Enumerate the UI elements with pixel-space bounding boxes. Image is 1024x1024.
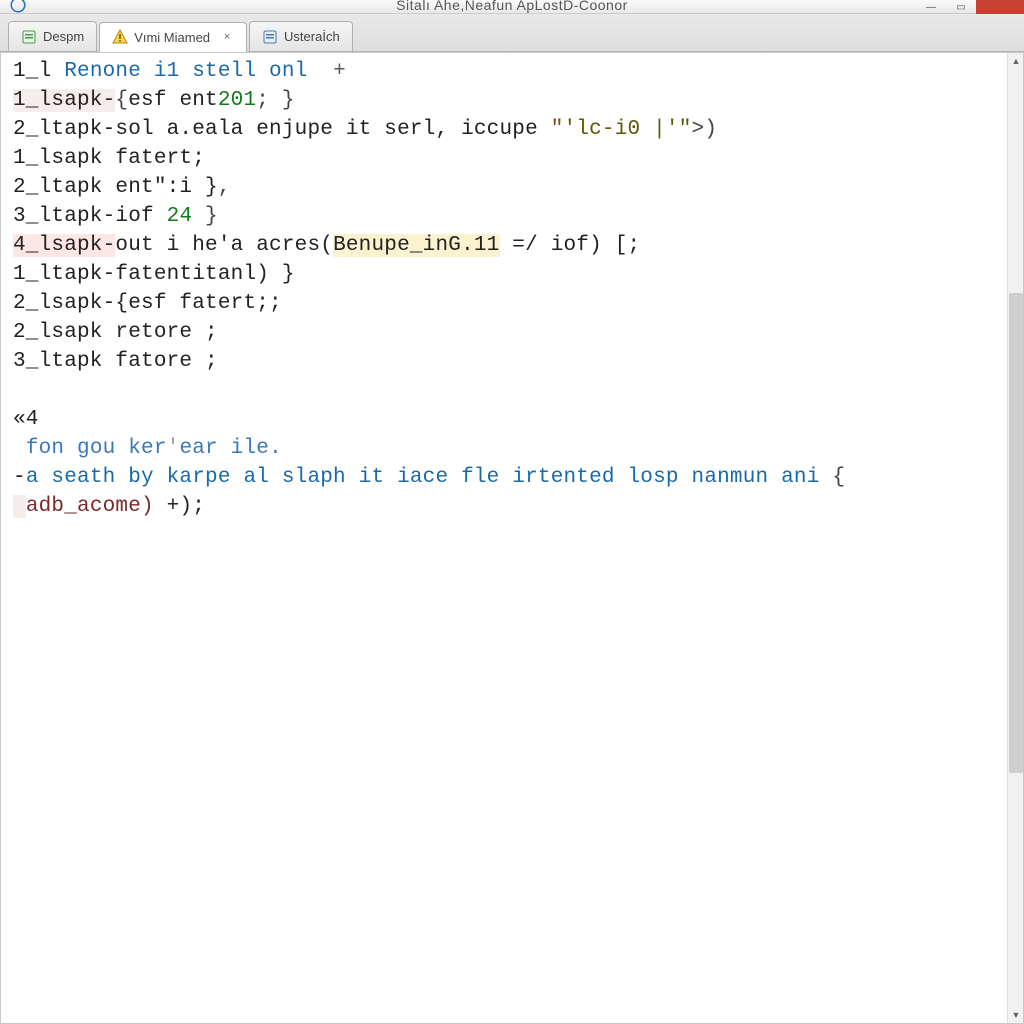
tab-label: Despm (43, 29, 84, 44)
token: a seath by karpe al slaph it iace fle ir… (26, 466, 833, 489)
app-icon (8, 0, 28, 12)
token: { (832, 466, 845, 489)
code-line: 4_lsapk-out i he'a acres(Benupe_inG.11 =… (13, 231, 997, 260)
line-prefix: 3_ltapk (13, 350, 115, 373)
minimize-button[interactable]: — (916, 0, 946, 14)
line-prefix: 3_ltapk- (13, 205, 115, 228)
line-prefix: - (13, 466, 26, 489)
file-icon-green (21, 29, 37, 45)
maximize-button[interactable]: ▭ (946, 0, 976, 14)
token: fatentitanl) } (115, 263, 294, 286)
token: +); (154, 495, 205, 518)
token: {esf fatert;; (115, 292, 281, 315)
code-line: 1_lsapk-{esf ent201; } (13, 86, 997, 115)
token: sol a.eala enjupe it serl, iccupe (115, 118, 550, 141)
token: Benupe_inG.11 (333, 234, 499, 257)
line-prefix: 2_lsapk (13, 321, 115, 344)
token: =/ iof) [; (500, 234, 641, 257)
code-line: 2_ltapk ent":i }, (13, 173, 997, 202)
window-title: Sitalı Ahe,Neafun ApLostD-Coonor (396, 0, 628, 13)
token: adb_acome) (26, 495, 154, 518)
title-bar: Sitalı Ahe,Neafun ApLostD-Coonor — ▭ (0, 0, 1024, 14)
token: ent":i } (115, 176, 217, 199)
code-line: -a seath by karpe al slaph it iace fle i… (13, 463, 997, 492)
line-prefix: 1_lsapk (13, 147, 115, 170)
line-prefix: 2_ltapk (13, 176, 115, 199)
code-line: 3_ltapk fatore ; (13, 347, 997, 376)
token: " (551, 118, 564, 141)
line-prefix: 2_ltapk- (13, 118, 115, 141)
window-controls: — ▭ (916, 0, 1024, 14)
token: fatore ; (115, 350, 217, 373)
line-prefix: 1_ltapk- (13, 263, 115, 286)
line-prefix (13, 437, 26, 460)
code-line: adb_acome) +); (13, 492, 997, 521)
code-line: 1_ltapk-fatentitanl) } (13, 260, 997, 289)
tab-2[interactable]: Usteraİch (249, 21, 353, 51)
tab-label: Vımi Miamed (134, 30, 210, 45)
token: > (692, 118, 705, 141)
token: 'lc-i0 |'" (564, 118, 692, 141)
token: fatert; (115, 147, 205, 170)
tab-bar: Despm Vımi Miamed × Usteraİch (0, 14, 1024, 52)
token: , (218, 176, 231, 199)
token: ; } (256, 89, 294, 112)
code-line: 3_ltapk-iof 24 } (13, 202, 997, 231)
token: ear ile. (179, 437, 281, 460)
file-icon-blue (262, 29, 278, 45)
code-line: 2_ltapk-sol a.eala enjupe it serl, iccup… (13, 115, 997, 144)
scroll-up-arrow[interactable]: ▲ (1008, 53, 1024, 69)
code-line: «4 (13, 405, 997, 434)
token: ) (704, 118, 717, 141)
line-prefix: 2_lsapk- (13, 292, 115, 315)
token: acres( (256, 234, 333, 257)
tab-label: Usteraİch (284, 29, 340, 44)
token: 24 (167, 205, 193, 228)
tab-0[interactable]: Despm (8, 21, 97, 51)
token: retore ; (115, 321, 217, 344)
line-prefix: 4_lsapk- (13, 234, 115, 257)
tab-close-icon[interactable]: × (220, 30, 234, 44)
line-prefix: 1_lsapk- (13, 89, 115, 112)
code-line: 1_lsapk fatert; (13, 144, 997, 173)
code-line: 1_l Renone i1 stell onl + (13, 57, 997, 86)
token: + (333, 60, 346, 83)
line-prefix: 1_l (13, 60, 64, 83)
close-button[interactable] (976, 0, 1024, 14)
token: Renone i1 stell onl (64, 60, 333, 83)
token: ' (167, 437, 180, 460)
code-line (13, 376, 997, 405)
vertical-scrollbar[interactable]: ▲ ▼ (1007, 53, 1023, 1023)
line-prefix: «4 (13, 408, 39, 431)
token: esf ent (128, 89, 218, 112)
code-editor[interactable]: 1_l Renone i1 stell onl +1_lsapk-{esf en… (1, 53, 1007, 1023)
token: { (115, 89, 128, 112)
scroll-thumb[interactable] (1009, 293, 1023, 773)
code-line: 2_lsapk-{esf fatert;; (13, 289, 997, 318)
warning-icon (112, 29, 128, 45)
editor-pane: 1_l Renone i1 stell onl +1_lsapk-{esf en… (0, 52, 1024, 1024)
token: 201 (218, 89, 256, 112)
token: } (192, 205, 218, 228)
token: fon gou ker (26, 437, 167, 460)
code-line: 2_lsapk retore ; (13, 318, 997, 347)
code-line: fon gou ker'ear ile. (13, 434, 997, 463)
tab-1[interactable]: Vımi Miamed × (99, 22, 247, 52)
token: iof (115, 205, 166, 228)
scroll-down-arrow[interactable]: ▼ (1008, 1007, 1024, 1023)
line-prefix (13, 495, 26, 518)
token: out i he'a (115, 234, 256, 257)
